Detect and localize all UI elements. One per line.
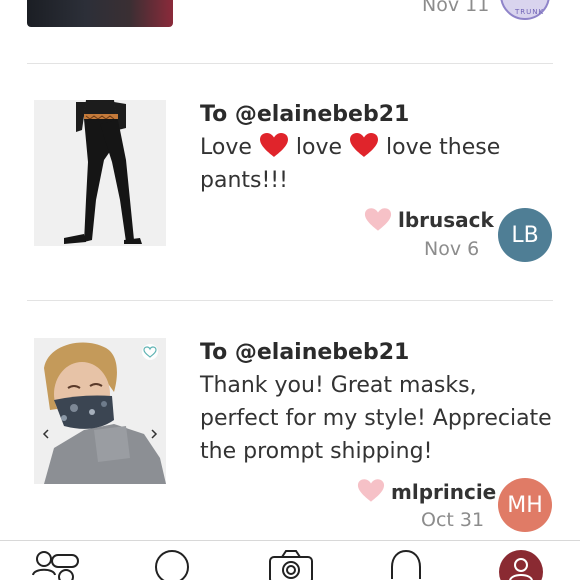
red-heart-emoji-icon (259, 133, 288, 157)
mask-product-image (34, 338, 166, 484)
comment-message: Thank you! Great masks, perfect for my s… (200, 373, 552, 464)
red-heart-emoji-icon (350, 133, 379, 157)
listing-thumbnail-mask[interactable] (34, 338, 166, 484)
people-icon[interactable] (30, 549, 82, 580)
listing-thumbnail-pants[interactable] (34, 100, 166, 246)
bottom-nav (0, 540, 580, 580)
avatar-brand-text: TRUNK (515, 8, 545, 16)
commenter-username[interactable]: mlprincie (391, 480, 496, 504)
comment-date: Oct 31 (421, 509, 485, 531)
previous-comment-partial: Nov 11 TRUNK (0, 0, 580, 40)
message-text: love (295, 135, 343, 160)
previous-listing-thumbnail[interactable] (27, 0, 173, 27)
divider (27, 63, 553, 64)
like-heart-icon[interactable] (357, 478, 385, 503)
comment-recipient: To @elainebeb21 (200, 102, 410, 127)
comment-message: Love love love these pants!!! (200, 131, 560, 197)
commenter-username[interactable]: lbrusack (398, 208, 494, 232)
commenter-avatar[interactable]: LB (498, 208, 552, 262)
comment-recipient: To @elainebeb21 (200, 340, 410, 365)
pants-product-image (34, 100, 166, 246)
previous-comment-avatar[interactable]: TRUNK (500, 0, 550, 20)
commenter-avatar[interactable]: MH (498, 478, 552, 532)
profile-icon[interactable] (498, 549, 544, 580)
comment-date: Nov 6 (424, 238, 480, 260)
like-heart-icon[interactable] (364, 207, 392, 232)
previous-comment-date: Nov 11 (422, 0, 490, 16)
bell-icon[interactable] (386, 549, 426, 580)
camera-icon[interactable] (268, 549, 314, 580)
divider (27, 300, 553, 301)
shop-circle-icon[interactable] (152, 549, 192, 580)
message-text: Love (200, 135, 252, 160)
